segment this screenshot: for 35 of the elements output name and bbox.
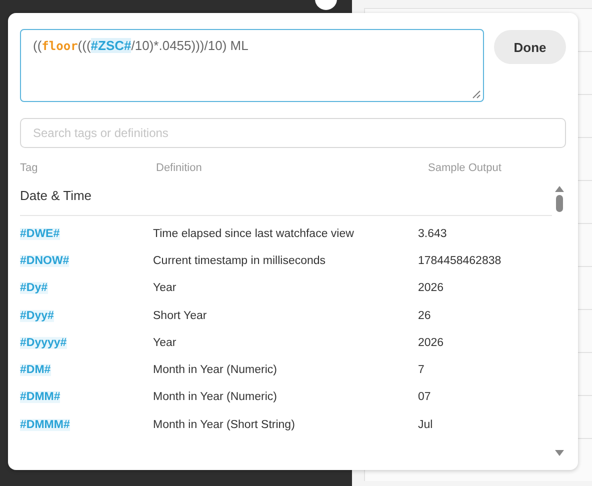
- definition-cell-text: Current timestamp in milliseconds: [153, 254, 327, 267]
- section-heading: Date & Time: [20, 184, 552, 216]
- tag-label[interactable]: #Dyy#: [20, 310, 54, 322]
- resize-grip-icon[interactable]: [472, 90, 481, 99]
- sample-output-cell-text: 7: [418, 364, 426, 376]
- scrollbar-thumb[interactable]: [556, 195, 562, 212]
- sample-output-cell-text: 2026: [418, 282, 445, 294]
- definition-cell-text: Month in Year (Numeric): [153, 364, 278, 376]
- scroll-down-icon[interactable]: [554, 450, 564, 456]
- tag-label[interactable]: #DMM#: [20, 391, 60, 404]
- scroll-up-icon[interactable]: [554, 186, 564, 192]
- tag-label[interactable]: #Dyyyy#: [20, 336, 67, 349]
- sample-output-cell-text: 3.643: [418, 228, 448, 240]
- definition-cell-text: Month in Year (Numeric): [153, 391, 278, 404]
- sample-output-cell-text: 1784458462838: [418, 254, 502, 267]
- sample-output-cell-text: Jul: [418, 418, 434, 431]
- definition-cell-text: Short Year: [153, 310, 208, 322]
- tag-label[interactable]: #DM#: [20, 364, 51, 376]
- tag-label[interactable]: #DMMM#: [20, 418, 70, 431]
- column-header: Definition: [156, 162, 203, 174]
- sample-output-cell-text: 2026: [418, 336, 445, 349]
- done-button[interactable]: Done: [494, 30, 566, 64]
- tag-label[interactable]: #DNOW#: [20, 254, 70, 267]
- column-header: Sample Output: [428, 162, 502, 174]
- sample-output-cell-text: 26: [418, 310, 432, 322]
- sample-output-cell-text: 07: [418, 391, 432, 404]
- definition-cell-text: Year: [153, 336, 178, 349]
- definition-cell-text: Year: [153, 282, 178, 294]
- search-field[interactable]: Search tags or definitions: [20, 118, 566, 148]
- tag-label[interactable]: #Dy#: [20, 282, 48, 294]
- definition-cell-text: Month in Year (Short String): [153, 418, 296, 431]
- tag-label[interactable]: #DWE#: [20, 228, 60, 240]
- expression-field[interactable]: ((floor(((#ZSC#/10)*.0455)))/10) ML: [20, 29, 484, 102]
- column-header: Tag: [20, 162, 39, 174]
- definition-cell-text: Time elapsed since last watchface view: [153, 228, 355, 240]
